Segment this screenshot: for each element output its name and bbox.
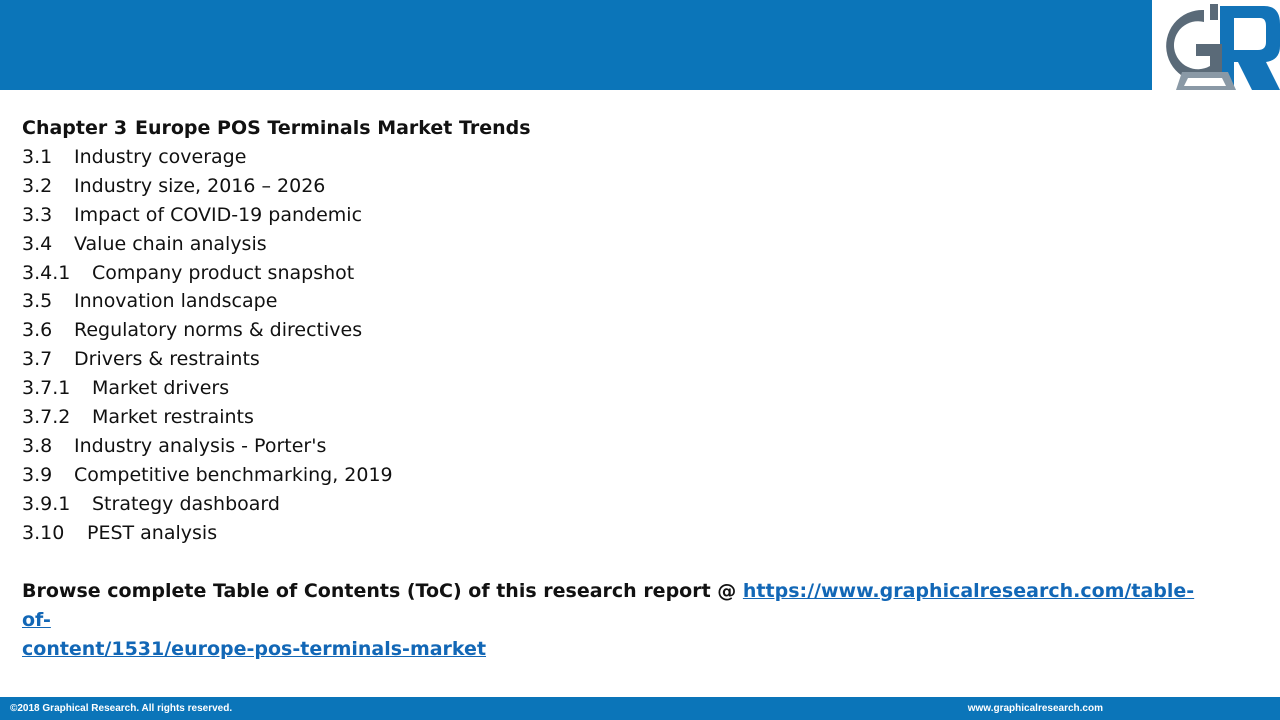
toc-item-label: Market drivers — [92, 377, 230, 400]
toc-link-line2[interactable]: content/1531/europe-pos-terminals-market — [22, 638, 486, 660]
toc-item: 3.7 Drivers & restraints — [22, 345, 1222, 374]
toc-item-label: Company product snapshot — [92, 261, 355, 284]
toc-item-number: 3.2 — [22, 174, 53, 197]
toc-item-number: 3.7.2 — [22, 406, 71, 429]
toc-item-label: PEST analysis — [87, 521, 218, 544]
graphical-research-gr-logo-icon — [1166, 4, 1280, 90]
toc-item: 3.4.1 Company product snapshot — [22, 259, 1222, 288]
browse-toc-paragraph: Browse complete Table of Contents (ToC) … — [22, 577, 1222, 664]
toc-item: 3.7.2 Market restraints — [22, 403, 1222, 432]
toc-item-label: Innovation landscape — [74, 290, 278, 313]
toc-item: 3.3 Impact of COVID-19 pandemic — [22, 201, 1222, 230]
toc-item-label: Competitive benchmarking, 2019 — [74, 463, 393, 486]
toc-item-number: 3.9 — [22, 463, 53, 486]
logo — [1152, 0, 1280, 94]
toc-content: Chapter 3 Europe POS Terminals Market Tre… — [22, 114, 1222, 664]
footer-bar: ©2018 Graphical Research. All rights res… — [0, 697, 1280, 720]
toc-item-label: Industry coverage — [74, 145, 247, 168]
toc-item-label: Regulatory norms & directives — [74, 319, 363, 342]
toc-item-label: Value chain analysis — [74, 232, 267, 255]
toc-item-number: 3.4 — [22, 232, 53, 255]
toc-item-label: Industry analysis - Porter's — [74, 434, 327, 457]
chapter-title: Europe POS Terminals Market Trends — [135, 117, 531, 139]
toc-item-number: 3.6 — [22, 319, 53, 342]
toc-item-label: Market restraints — [92, 406, 254, 429]
toc-item: 3.9.1 Strategy dashboard — [22, 490, 1222, 519]
toc-item: 3.10 PEST analysis — [22, 519, 1222, 548]
toc-item-number: 3.8 — [22, 434, 53, 457]
chapter-number: Chapter 3 — [22, 117, 128, 139]
toc-item-number: 3.10 — [22, 521, 65, 544]
toc-item-label: Impact of COVID-19 pandemic — [74, 203, 363, 226]
toc-item-label: Strategy dashboard — [92, 492, 280, 515]
toc-item-label: Industry size, 2016 – 2026 — [74, 174, 326, 197]
toc-item-number: 3.7.1 — [22, 377, 71, 400]
footer-copyright: ©2018 Graphical Research. All rights res… — [10, 703, 233, 714]
toc-item-number: 3.5 — [22, 290, 53, 313]
toc-item: 3.9 Competitive benchmarking, 2019 — [22, 461, 1222, 490]
toc-item: 3.5 Innovation landscape — [22, 287, 1222, 316]
toc-item-number: 3.1 — [22, 145, 53, 168]
toc-item: 3.2 Industry size, 2016 – 2026 — [22, 172, 1222, 201]
toc-item: 3.6 Regulatory norms & directives — [22, 316, 1222, 345]
chapter-heading: Chapter 3 Europe POS Terminals Market Tre… — [22, 114, 1222, 143]
toc-item-label: Drivers & restraints — [74, 348, 260, 371]
toc-item-number: 3.9.1 — [22, 492, 71, 515]
footer-website: www.graphicalresearch.com — [967, 703, 1103, 714]
toc-item-number: 3.3 — [22, 203, 53, 226]
toc-item: 3.8 Industry analysis - Porter's — [22, 432, 1222, 461]
toc-item-number: 3.7 — [22, 348, 53, 371]
browse-text: Browse complete Table of Contents (ToC) … — [22, 579, 743, 602]
toc-item: 3.1 Industry coverage — [22, 143, 1222, 172]
toc-item-number: 3.4.1 — [22, 261, 71, 284]
toc-item: 3.7.1 Market drivers — [22, 374, 1222, 403]
toc-item: 3.4 Value chain analysis — [22, 230, 1222, 259]
header-bar — [0, 0, 1280, 90]
